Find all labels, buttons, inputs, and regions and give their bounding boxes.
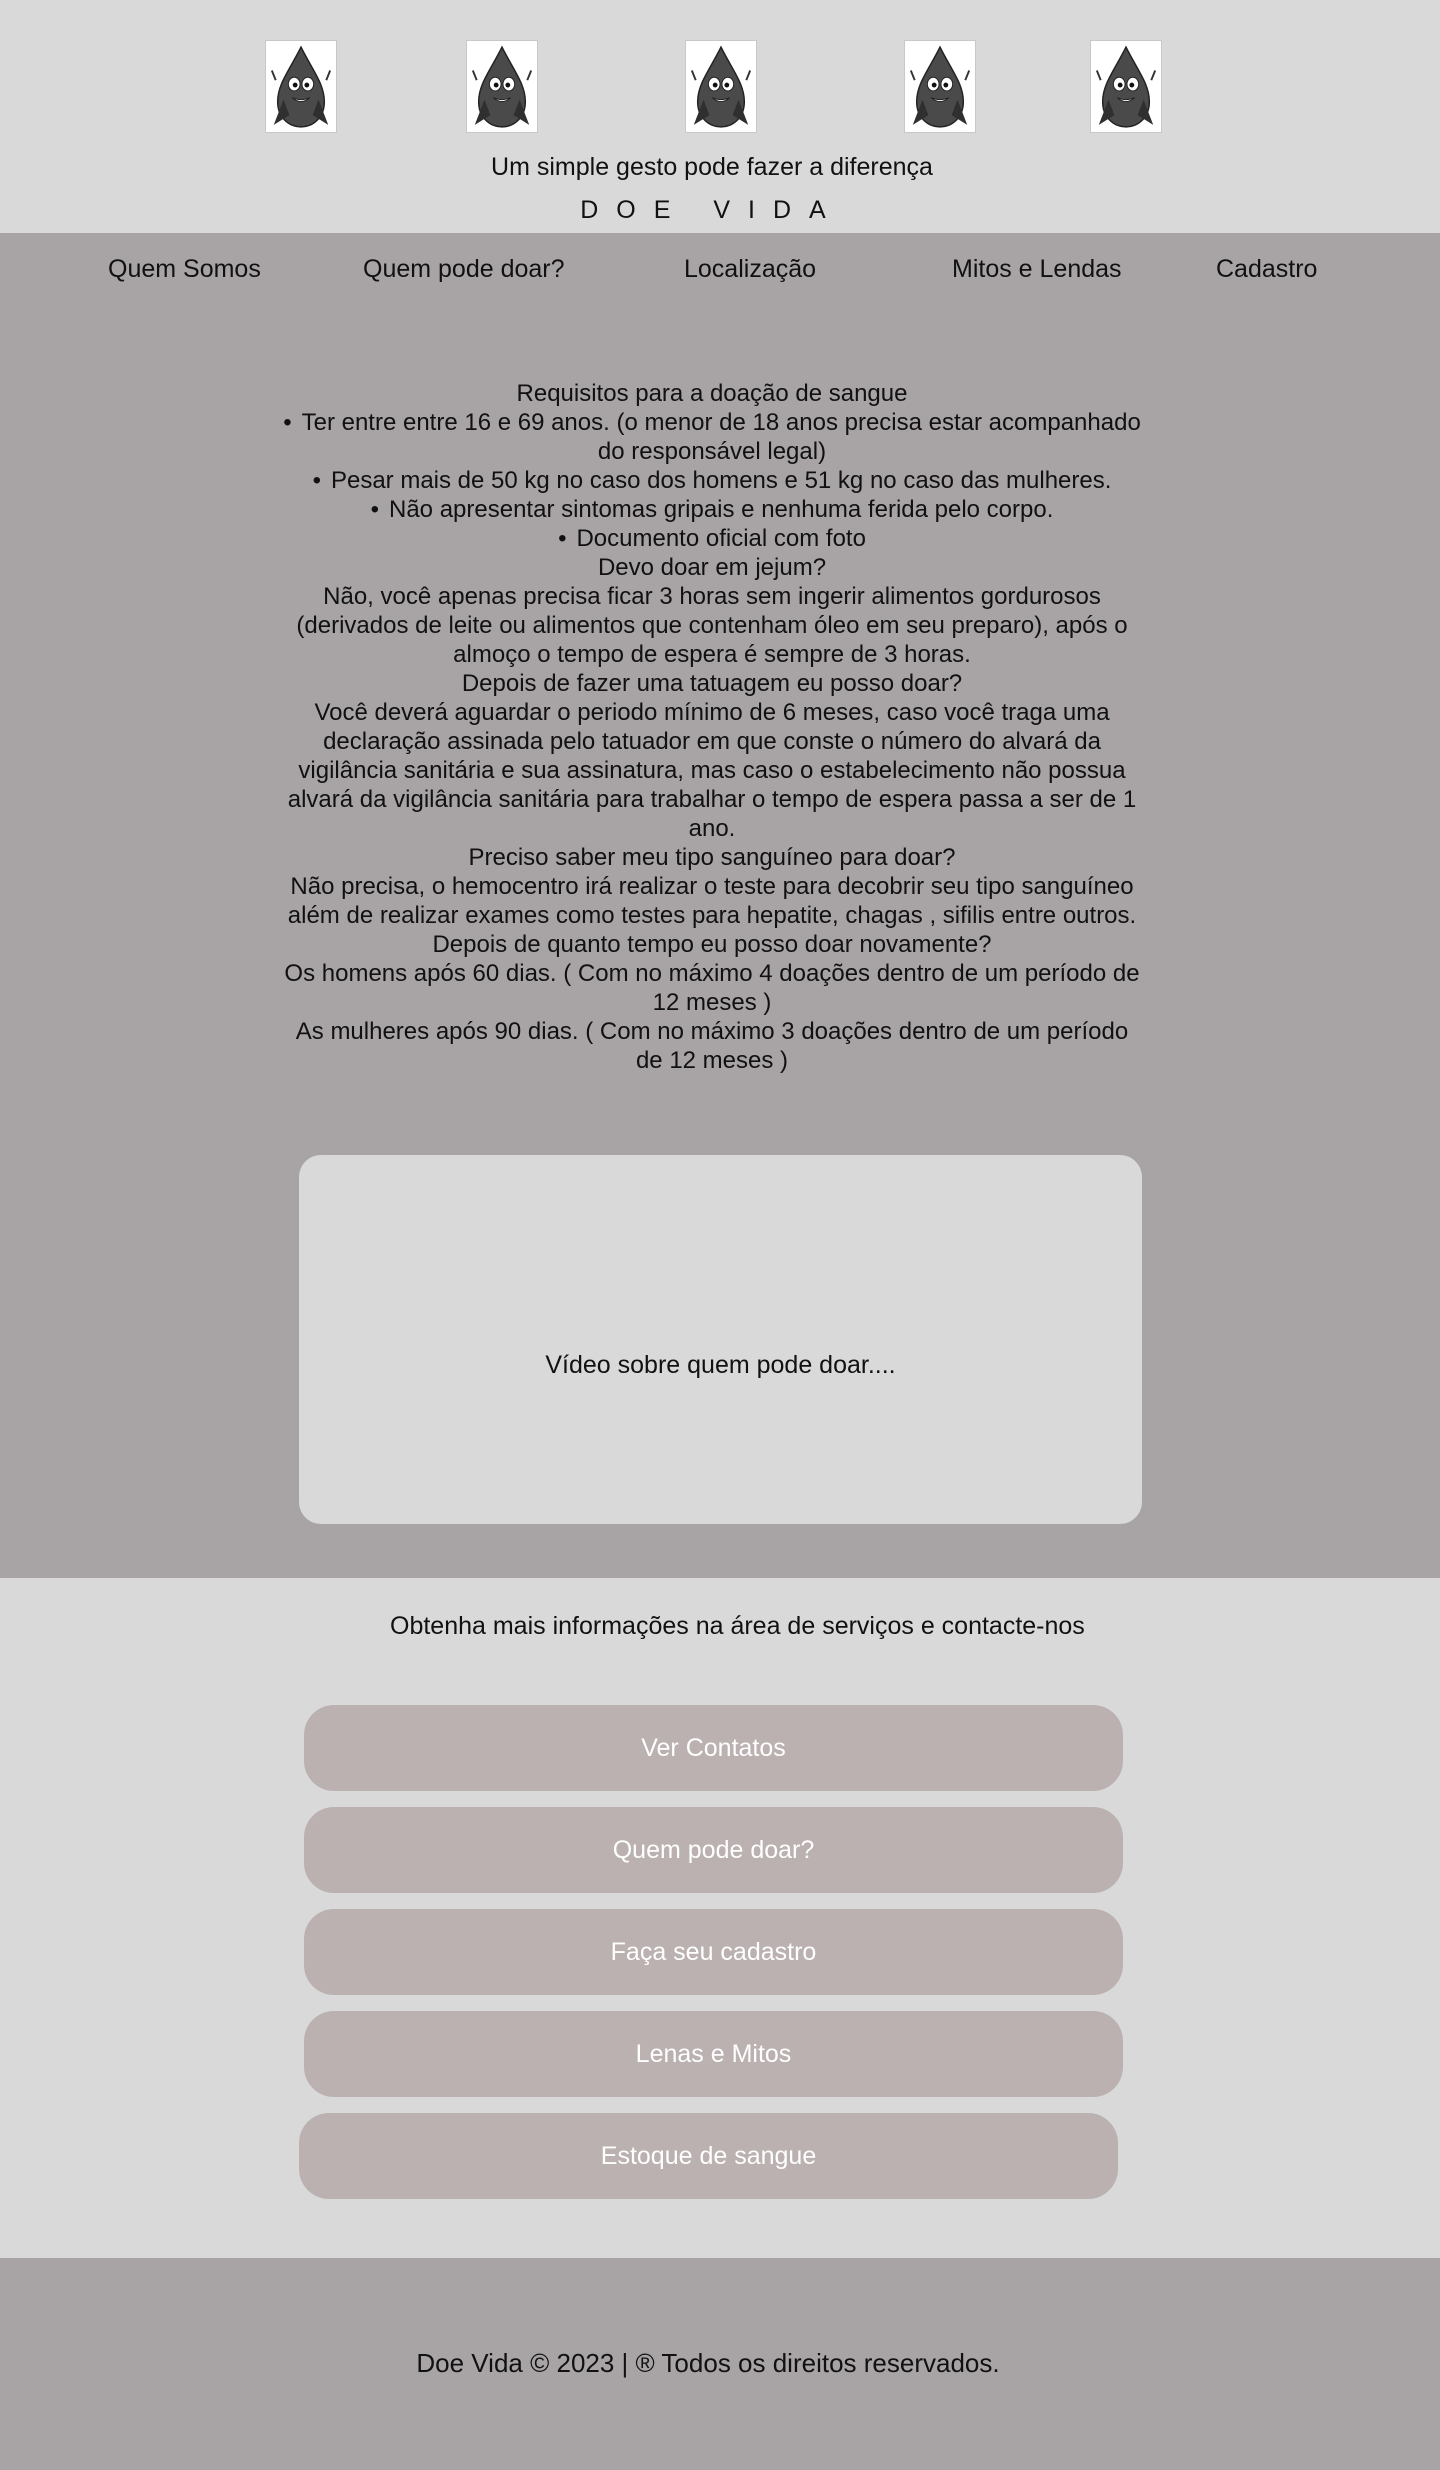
list-item: Não apresentar sintomas gripais e nenhum… [280,495,1144,524]
donation-info: Requisitos para a doação de sangue Ter e… [280,379,1144,1075]
interval-women: As mulheres após 90 dias. ( Com no máxim… [295,1018,1129,1074]
video-label: Vídeo sobre quem pode doar.... [545,1351,896,1379]
blood-drop-mascot-icon [265,40,337,133]
services-title: Obtenha mais informações na área de serv… [390,1612,1085,1640]
site-header: Um simple gesto pode fazer a diferença D… [0,0,1440,233]
list-item: Documento oficial com foto [280,524,1144,553]
faq-answer: Não, você apenas precisa ficar 3 horas s… [296,583,1128,668]
nav-item-localizacao[interactable]: Localização [684,255,816,284]
faq-question: Depois de fazer uma tatuagem eu posso do… [461,670,963,697]
nav-item-quem-somos[interactable]: Quem Somos [108,255,261,284]
blood-drop-mascot-icon [466,40,538,133]
nav-item-quem-pode-doar[interactable]: Quem pode doar? [363,255,565,284]
blood-drop-mascot-icon [904,40,976,133]
services-section: Obtenha mais informações na área de serv… [0,1578,1440,2258]
interval-men: Os homens após 60 dias. ( Com no máximo … [284,960,1140,1016]
copyright-text: Doe Vida © 2023 | ® Todos os direitos re… [416,2348,1000,2378]
requirements-title: Requisitos para a doação de sangue [516,380,908,407]
brand-name: DOE VIDA [580,196,844,224]
cadastro-button[interactable]: Faça seu cadastro [304,1909,1123,1995]
list-item: Ter entre entre 16 e 69 anos. (o menor d… [280,408,1144,466]
faq-answer: Você deverá aguardar o periodo mínimo de… [287,699,1137,842]
nav-item-mitos-e-lendas[interactable]: Mitos e Lendas [952,255,1122,284]
slogan: Um simple gesto pode fazer a diferença [491,153,933,181]
blood-drop-mascot-icon [685,40,757,133]
faq-answer: Não precisa, o hemocentro irá realizar o… [287,873,1137,929]
estoque-de-sangue-button[interactable]: Estoque de sangue [299,2113,1118,2199]
nav-item-cadastro[interactable]: Cadastro [1216,255,1317,284]
quem-pode-doar-button[interactable]: Quem pode doar? [304,1807,1123,1893]
ver-contatos-button[interactable]: Ver Contatos [304,1705,1123,1791]
video-placeholder[interactable]: Vídeo sobre quem pode doar.... [299,1155,1142,1524]
faq-question: Devo doar em jejum? [597,554,827,581]
requirements-list: Ter entre entre 16 e 69 anos. (o menor d… [280,408,1144,553]
list-item: Pesar mais de 50 kg no caso dos homens e… [280,466,1144,495]
faq-question: Preciso saber meu tipo sanguíneo para do… [468,844,956,871]
mitos-button[interactable]: Lenas e Mitos [304,2011,1123,2097]
blood-drop-mascot-icon [1090,40,1162,133]
main-section: Quem Somos Quem pode doar? Localização M… [0,233,1440,1578]
site-footer: Doe Vida © 2023 | ® Todos os direitos re… [0,2258,1440,2470]
faq-question: Depois de quanto tempo eu posso doar nov… [432,931,992,958]
